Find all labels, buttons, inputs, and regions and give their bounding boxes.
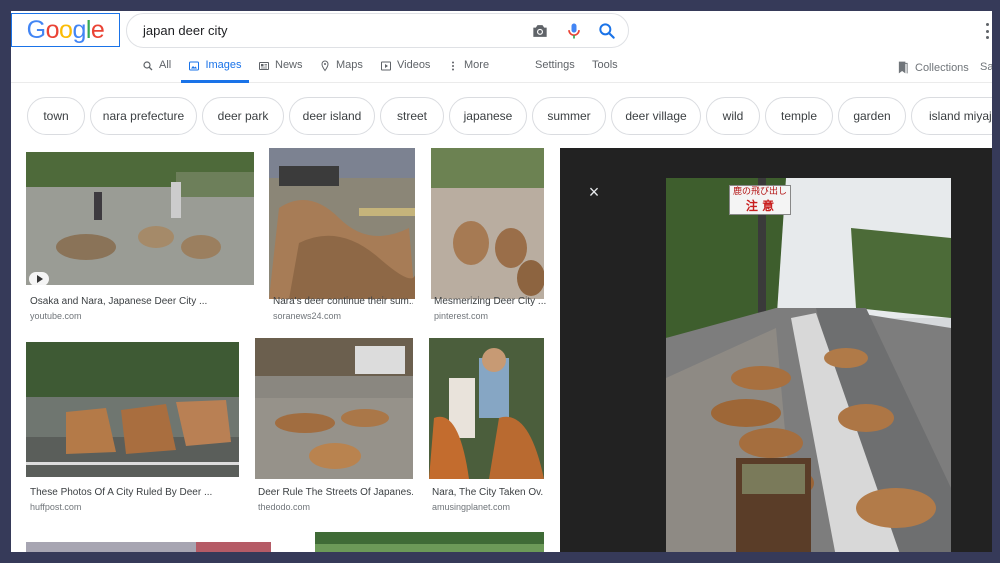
chip-deer-village[interactable]: deer village [611,97,701,135]
result-caption[interactable]: Osaka and Nara, Japanese Deer City ... [30,296,254,307]
chip-island-miyajima[interactable]: island miyajima [911,97,992,135]
tab-label: More [464,59,490,71]
logo-letter: g [72,15,86,44]
search-icon [143,61,153,71]
google-images-window: Google japan deer city All Images News M… [11,11,992,552]
chip-garden[interactable]: garden [838,97,906,135]
collections-label: Collections [915,61,969,74]
settings-link[interactable]: Settings [535,59,575,83]
result-source: pinterest.com [434,311,489,321]
chip-temple[interactable]: temple [765,97,833,135]
result-caption[interactable]: Nara's deer continue their sum... [273,296,413,307]
play-icon [381,61,391,71]
result-source: huffpost.com [30,502,82,512]
result-image[interactable] [315,532,544,552]
result-source: thedodo.com [258,502,311,512]
tab-maps[interactable]: Maps [319,59,363,83]
result-source: soranews24.com [273,311,342,321]
search-tabs: All Images News Maps Videos More Setting… [11,53,992,83]
logo-letter: o [45,15,60,44]
result-image[interactable] [269,148,415,299]
result-source: youtube.com [30,311,82,321]
image-preview-panel: × 鹿の飛び出し 注 意 [560,148,992,552]
result-image[interactable] [431,148,544,299]
search-icon[interactable] [597,21,617,41]
tools-link[interactable]: Tools [592,59,618,83]
chip-street[interactable]: street [380,97,444,135]
tab-label: News [275,59,303,71]
result-caption[interactable]: These Photos Of A City Ruled By Deer ... [30,487,230,498]
logo-letter: e [90,15,105,44]
result-source: amusingplanet.com [432,502,511,512]
close-icon[interactable]: × [586,183,602,201]
image-icon [189,61,200,71]
logo-letter: G [26,15,46,44]
search-box[interactable]: japan deer city [126,13,629,48]
google-logo[interactable]: Google [11,13,120,47]
microphone-icon[interactable] [564,21,584,41]
tab-label: Images [205,59,242,71]
more-vert-icon [452,61,454,71]
tab-label: Videos [397,59,431,71]
chip-town[interactable]: town [27,97,85,135]
tab-more[interactable]: More [447,59,489,83]
tab-videos[interactable]: Videos [380,59,430,83]
chip-summer[interactable]: summer [532,97,606,135]
warning-sign: 鹿の飛び出し 注 意 [729,185,791,215]
result-image[interactable] [26,342,239,477]
video-play-icon [29,272,49,285]
tab-news[interactable]: News [258,59,303,83]
sign-text: 鹿の飛び出し [732,187,787,197]
logo-letter: o [59,15,73,44]
tab-all[interactable]: All [142,59,171,83]
result-image[interactable] [26,542,271,552]
result-image[interactable] [255,338,413,479]
result-caption[interactable]: Nara, The City Taken Ov... [432,487,544,498]
bookmark-icon [898,61,908,74]
safesearch-link[interactable]: Sa [980,61,992,73]
chip-deer-island[interactable]: deer island [289,97,375,135]
result-caption[interactable]: Mesmerizing Deer City ... [434,296,546,307]
collections-link[interactable]: Collections [897,61,969,74]
chip-japanese[interactable]: japanese [449,97,527,135]
map-pin-icon [321,60,329,72]
camera-icon[interactable] [530,21,550,41]
result-image[interactable] [429,338,544,479]
preview-image[interactable]: 鹿の飛び出し 注 意 [666,178,951,552]
result-caption[interactable]: Deer Rule The Streets Of Japanes... [258,487,413,498]
result-image[interactable] [26,152,254,285]
tab-label: Maps [336,59,363,71]
apps-menu-icon[interactable] [983,23,991,39]
sign-warning-text: 注 意 [745,199,775,213]
tab-images[interactable]: Images [181,59,249,83]
news-icon [259,62,269,70]
chip-wild[interactable]: wild [706,97,760,135]
chip-deer-park[interactable]: deer park [202,97,284,135]
tab-label: All [159,59,172,71]
chip-nara-prefecture[interactable]: nara prefecture [90,97,197,135]
search-input[interactable]: japan deer city [143,23,228,38]
